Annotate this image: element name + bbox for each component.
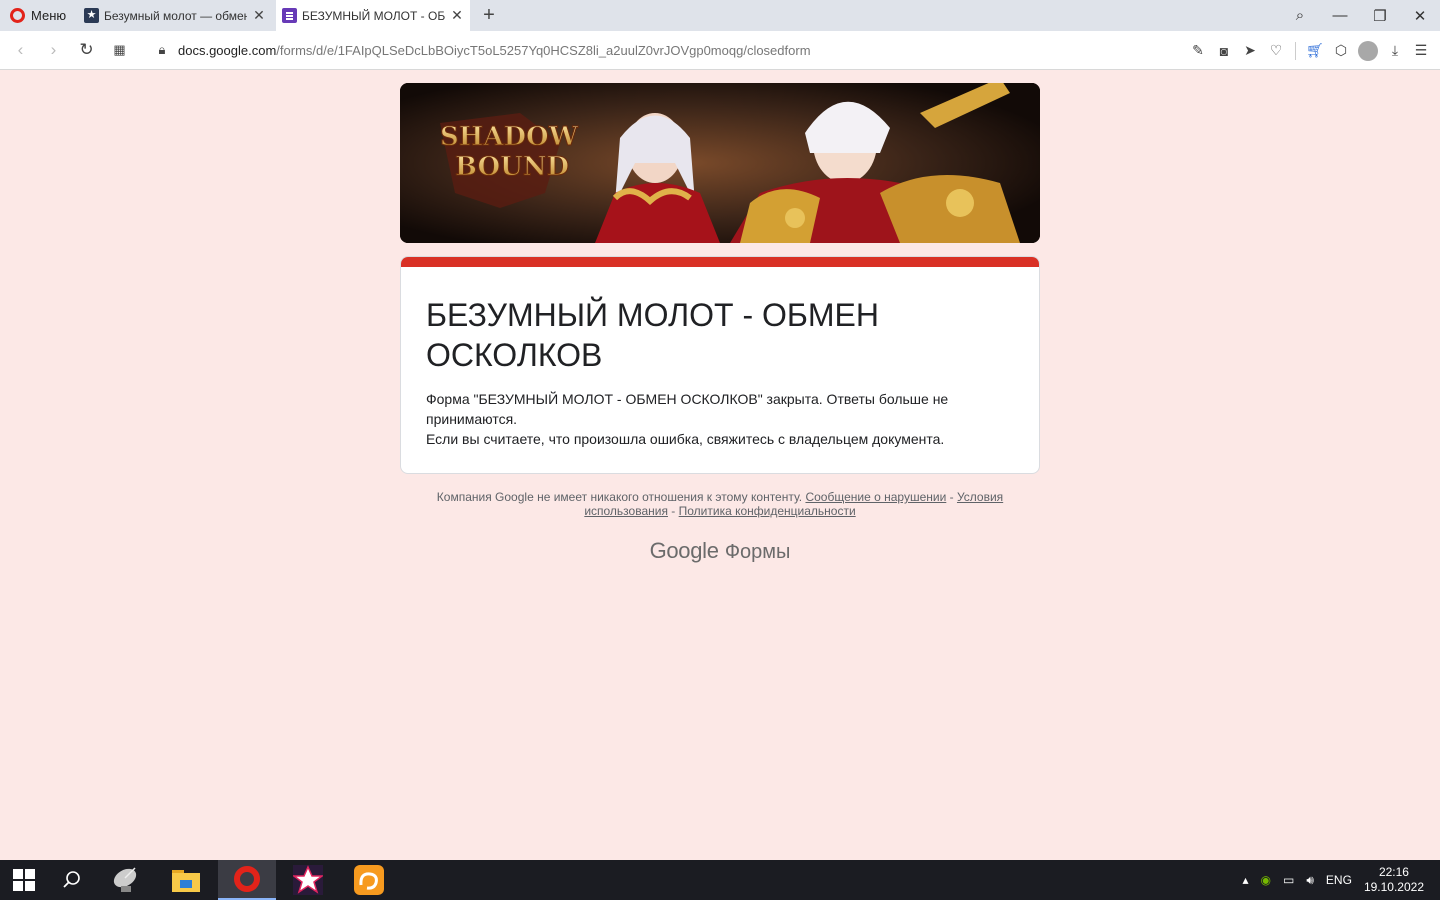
easy-setup-icon[interactable]: ☰ — [1408, 42, 1434, 59]
reload-icon[interactable]: ↻ — [70, 40, 103, 60]
share-icon[interactable]: ✎ — [1185, 42, 1211, 59]
close-window-icon[interactable]: ✕ — [1400, 7, 1440, 25]
opera-menu-button[interactable]: Меню — [0, 0, 78, 31]
footer-disclaimer: Компания Google не имеет никакого отноше… — [420, 490, 1020, 518]
svg-text:SHADOW: SHADOW — [440, 122, 579, 152]
closed-form-card: БЕЗУМНЫЙ МОЛОТ - ОБМЕН ОСКОЛКОВ Форма "Б… — [400, 256, 1040, 474]
star-game-icon — [293, 865, 323, 895]
disclaimer-text: Компания Google не имеет никакого отноше… — [436, 490, 803, 504]
form-closed-message: Форма "БЕЗУМНЫЙ МОЛОТ - ОБМЕН ОСКОЛКОВ" … — [426, 389, 1016, 449]
network-icon[interactable]: ▭ — [1283, 873, 1294, 887]
banner-artwork: SHADOW BOUND — [400, 83, 1040, 243]
footer-separator: - — [667, 504, 679, 518]
search-button[interactable] — [48, 860, 96, 900]
tab-title: БЕЗУМНЫЙ МОЛОТ - ОБМЕН ОСКОЛКОВ — [302, 8, 445, 23]
tray-overflow-icon[interactable]: ▴ — [1243, 873, 1249, 887]
report-abuse-link[interactable]: Сообщение о нарушении — [805, 490, 946, 504]
clock[interactable]: 22:16 19.10.2022 — [1364, 865, 1424, 895]
system-tray: ▴ ◉ ▭ 🔊︎ ENG 22:16 19.10.2022 — [1237, 860, 1440, 900]
search-icon — [63, 871, 80, 888]
contact-owner-line: Если вы считаете, что произошла ошибка, … — [426, 431, 945, 447]
folder-icon — [172, 870, 200, 892]
toolbar-icons: ✎ ◙ ➤ ♡ 🛒︎ ⬡ ⤓ ☰ — [1185, 31, 1434, 70]
forms-wordmark: Формы — [724, 541, 791, 563]
opera-icon — [234, 866, 260, 892]
taskbar-app-game[interactable] — [279, 860, 337, 900]
speed-dial-icon[interactable]: ▦ — [103, 42, 136, 58]
tab-google-form[interactable]: БЕЗУМНЫЙ МОЛОТ - ОБМЕН ОСКОЛКОВ ✕ — [276, 0, 470, 31]
windows-logo-icon — [13, 869, 35, 891]
tab-shadowbound[interactable]: ★ Безумный молот — обмен осколков ✕ — [78, 0, 272, 31]
taskbar-app-uc-browser[interactable] — [340, 860, 398, 900]
google-forms-logo[interactable]: Google Формы — [0, 538, 1440, 564]
language-indicator[interactable]: ENG — [1326, 873, 1352, 887]
start-button[interactable] — [0, 860, 48, 900]
footer-separator: - — [946, 490, 957, 504]
toolbar-divider — [1295, 41, 1296, 60]
nvidia-icon[interactable]: ◉ — [1261, 873, 1271, 887]
tab-bar: Меню ★ Безумный молот — обмен осколков ✕… — [0, 0, 1440, 31]
avatar[interactable] — [1358, 40, 1378, 61]
tab-title: Безумный молот — обмен осколков — [104, 8, 247, 23]
clock-time: 22:16 — [1378, 865, 1409, 879]
uc-browser-icon — [354, 865, 384, 895]
taskbar-app-opera[interactable] — [218, 860, 276, 900]
closed-message-line: Форма "БЕЗУМНЫЙ МОЛОТ - ОБМЕН ОСКОЛКОВ" … — [426, 391, 949, 427]
opera-logo-icon — [10, 8, 25, 23]
download-icon[interactable]: ⤓ — [1382, 42, 1408, 59]
privacy-link[interactable]: Политика конфиденциальности — [679, 504, 856, 518]
satellite-dish-icon — [113, 867, 137, 892]
address-bar: ‹ › ↻ ▦ 🔒︎ docs.google.com/forms/d/e/1FA… — [0, 31, 1440, 70]
menu-label: Меню — [31, 8, 67, 23]
google-wordmark: Google — [649, 538, 719, 563]
taskbar-app-file-explorer[interactable] — [157, 860, 215, 900]
close-tab-icon[interactable]: ✕ — [252, 7, 266, 24]
card-accent-bar — [401, 257, 1039, 267]
camera-icon[interactable]: ◙ — [1211, 43, 1237, 59]
svg-text:BOUND: BOUND — [455, 152, 569, 182]
minimize-icon[interactable]: — — [1320, 7, 1360, 24]
url-field[interactable]: docs.google.com/forms/d/e/1FAIpQLSeDcLbB… — [178, 43, 811, 58]
clock-date: 19.10.2022 — [1363, 880, 1424, 894]
taskbar-app-satellite[interactable] — [96, 860, 154, 900]
send-icon[interactable]: ➤ — [1237, 42, 1263, 59]
restore-icon[interactable]: ❐ — [1360, 7, 1400, 25]
search-tabs-icon[interactable]: ⌕ — [1280, 7, 1320, 24]
new-tab-button[interactable]: + — [474, 0, 504, 31]
google-forms-favicon-icon — [282, 8, 297, 23]
url-path: /forms/d/e/1FAIpQLSeDcLbBOiycT5oL5257Yq0… — [276, 42, 811, 58]
form-header-banner: SHADOW BOUND — [400, 83, 1040, 243]
close-tab-icon[interactable]: ✕ — [450, 7, 464, 24]
volume-icon[interactable]: 🔊︎ — [1306, 873, 1314, 888]
cube-icon[interactable]: ⬡ — [1328, 42, 1354, 59]
heart-icon[interactable]: ♡ — [1263, 42, 1289, 59]
windows-taskbar: ▴ ◉ ▭ 🔊︎ ENG 22:16 19.10.2022 — [0, 860, 1440, 900]
lock-icon[interactable]: 🔒︎ — [150, 42, 174, 58]
window-controls: ⌕ — ❐ ✕ — [1280, 0, 1440, 31]
back-icon[interactable]: ‹ — [4, 40, 37, 60]
forward-icon[interactable]: › — [37, 40, 70, 60]
star-favicon-icon: ★ — [84, 8, 99, 23]
cart-icon[interactable]: 🛒︎ — [1302, 42, 1328, 59]
form-title: БЕЗУМНЫЙ МОЛОТ - ОБМЕН ОСКОЛКОВ — [426, 297, 879, 373]
url-host: docs.google.com — [178, 42, 277, 58]
